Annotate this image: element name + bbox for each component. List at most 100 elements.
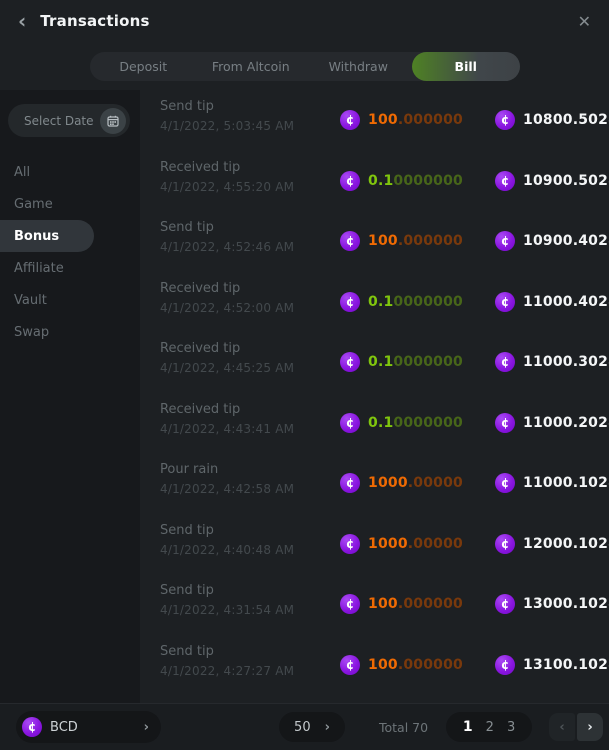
bcd-coin-icon: ¢ — [495, 352, 515, 372]
bcd-coin-icon: ¢ — [495, 413, 515, 433]
bcd-coin-icon: ¢ — [22, 717, 42, 737]
amount-significant: 100 — [368, 596, 398, 612]
amount-trailing-zeros: 0000000 — [393, 354, 463, 370]
tab-from-altcoin[interactable]: From Altcoin — [197, 52, 305, 81]
total-count-label: Total 70 — [379, 720, 428, 735]
transaction-type: Received tip — [160, 341, 340, 356]
select-date-button[interactable]: Select Date — [8, 104, 130, 137]
transactions-modal: ‹ Transactions ✕ Deposit From Altcoin Wi… — [0, 0, 609, 750]
sidebar-item-all[interactable]: All — [0, 156, 140, 188]
table-row: Received tip 4/1/2022, 4:52:00 AM ¢ 0.10… — [140, 272, 609, 333]
transaction-datetime: 4/1/2022, 5:03:45 AM — [160, 119, 340, 133]
back-icon[interactable]: ‹ — [18, 11, 26, 31]
sidebar-menu: All Game Bonus Affiliate Vault Swap — [0, 156, 140, 348]
sidebar-item-vault[interactable]: Vault — [0, 284, 140, 316]
bcd-coin-icon: ¢ — [495, 292, 515, 312]
amount-trailing-zeros: .000000 — [398, 596, 463, 612]
transaction-balance: ¢ 11000.1028 — [495, 473, 609, 493]
amount-trailing-zeros: .000000 — [398, 233, 463, 249]
transaction-type: Send tip — [160, 99, 340, 114]
bcd-coin-icon: ¢ — [340, 473, 360, 493]
transaction-info: Received tip 4/1/2022, 4:52:00 AM — [140, 272, 340, 315]
titlebar: ‹ Transactions ✕ — [0, 0, 609, 42]
amount-significant: 100 — [368, 657, 398, 673]
tab-withdraw[interactable]: Withdraw — [305, 52, 413, 81]
sidebar-item-bonus[interactable]: Bonus — [0, 220, 94, 252]
bcd-coin-icon: ¢ — [495, 231, 515, 251]
bcd-coin-icon: ¢ — [340, 594, 360, 614]
transaction-balance: ¢ 11000.2028 — [495, 413, 609, 433]
transaction-list: Send tip 4/1/2022, 5:03:45 AM ¢ 100.0000… — [140, 90, 609, 703]
table-row: Received tip 4/1/2022, 4:45:25 AM ¢ 0.10… — [140, 332, 609, 393]
bcd-coin-icon: ¢ — [340, 110, 360, 130]
next-page-icon[interactable]: › — [577, 713, 603, 741]
transaction-info: Received tip 4/1/2022, 4:43:41 AM — [140, 393, 340, 436]
sidebar-item-game[interactable]: Game — [0, 188, 140, 220]
pagination: 1 2 3 — [446, 712, 532, 742]
currency-label: BCD — [50, 720, 144, 735]
transaction-datetime: 4/1/2022, 4:52:46 AM — [160, 240, 340, 254]
sidebar-item-swap[interactable]: Swap — [0, 316, 140, 348]
amount-significant: 0.1 — [368, 415, 393, 431]
transaction-balance: ¢ 10900.4028 — [495, 231, 609, 251]
amount-significant: 1000 — [368, 475, 408, 491]
amount-trailing-zeros: .00000 — [408, 475, 463, 491]
chevron-right-icon: › — [144, 720, 149, 735]
bcd-coin-icon: ¢ — [340, 352, 360, 372]
transaction-datetime: 4/1/2022, 4:27:27 AM — [160, 664, 340, 678]
balance-value: 11000.4028 — [523, 294, 609, 310]
amount-significant: 0.1 — [368, 173, 393, 189]
amount-significant: 100 — [368, 233, 398, 249]
transaction-type: Send tip — [160, 644, 340, 659]
bcd-coin-icon: ¢ — [340, 534, 360, 554]
page-button-2[interactable]: 2 — [486, 720, 494, 735]
amount-significant: 100 — [368, 112, 398, 128]
bcd-coin-icon: ¢ — [495, 171, 515, 191]
select-date-label: Select Date — [24, 114, 100, 128]
transaction-balance: ¢ 10800.5028 — [495, 110, 609, 130]
transaction-info: Send tip 4/1/2022, 4:52:46 AM — [140, 211, 340, 254]
balance-value: 11000.2028 — [523, 415, 609, 431]
bcd-coin-icon: ¢ — [340, 292, 360, 312]
prev-page-icon[interactable]: ‹ — [549, 713, 575, 741]
balance-value: 11000.1028 — [523, 475, 609, 491]
table-row: Received tip 4/1/2022, 4:55:20 AM ¢ 0.10… — [140, 151, 609, 212]
balance-value: 11000.3028 — [523, 354, 609, 370]
amount-significant: 1000 — [368, 536, 408, 552]
bcd-coin-icon: ¢ — [495, 473, 515, 493]
tab-deposit[interactable]: Deposit — [90, 52, 198, 81]
table-row: Send tip 4/1/2022, 5:03:45 AM ¢ 100.0000… — [140, 90, 609, 151]
transaction-datetime: 4/1/2022, 4:45:25 AM — [160, 361, 340, 375]
amount-trailing-zeros: .000000 — [398, 112, 463, 128]
transaction-info: Received tip 4/1/2022, 4:55:20 AM — [140, 151, 340, 194]
transaction-amount: ¢ 1000.00000 — [340, 534, 495, 554]
transaction-balance: ¢ 13000.1028 — [495, 594, 609, 614]
transaction-type: Send tip — [160, 523, 340, 538]
bcd-coin-icon: ¢ — [340, 171, 360, 191]
page-button-1[interactable]: 1 — [463, 719, 473, 735]
chevron-right-icon: › — [325, 720, 330, 735]
sidebar: Select Date All Game Bonus Affiliate Vau… — [0, 90, 140, 703]
page-title: Transactions — [40, 12, 149, 30]
amount-trailing-zeros: 0000000 — [393, 415, 463, 431]
footer-bar: ¢ BCD › 50 › Total 70 1 2 3 ‹ › — [0, 703, 609, 750]
content: Select Date All Game Bonus Affiliate Vau… — [0, 90, 609, 703]
close-icon[interactable]: ✕ — [578, 12, 591, 31]
sidebar-item-affiliate[interactable]: Affiliate — [0, 252, 140, 284]
tab-bill[interactable]: Bill — [412, 52, 520, 81]
amount-significant: 0.1 — [368, 294, 393, 310]
amount-trailing-zeros: .000000 — [398, 657, 463, 673]
page-size-selector[interactable]: 50 › — [279, 712, 345, 742]
table-row: Send tip 4/1/2022, 4:40:48 AM ¢ 1000.000… — [140, 514, 609, 575]
transaction-datetime: 4/1/2022, 4:40:48 AM — [160, 543, 340, 557]
transaction-amount: ¢ 0.10000000 — [340, 171, 495, 191]
tabs-group: Deposit From Altcoin Withdraw Bill — [90, 52, 520, 81]
transaction-info: Send tip 4/1/2022, 4:40:48 AM — [140, 514, 340, 557]
transaction-balance: ¢ 11000.4028 — [495, 292, 609, 312]
page-button-3[interactable]: 3 — [507, 720, 515, 735]
calendar-icon — [100, 108, 126, 134]
currency-selector[interactable]: ¢ BCD › — [16, 711, 161, 743]
bcd-coin-icon: ¢ — [495, 594, 515, 614]
transaction-info: Send tip 4/1/2022, 4:27:27 AM — [140, 635, 340, 678]
transaction-info: Received tip 4/1/2022, 4:45:25 AM — [140, 332, 340, 375]
